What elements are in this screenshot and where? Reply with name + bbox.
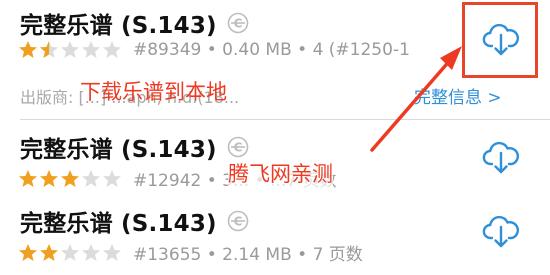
- star-filled-icon: [19, 243, 37, 261]
- public-domain-icon: C: [227, 12, 249, 34]
- annotation-download-label: 下载乐谱到本地: [80, 80, 227, 104]
- star-filled-icon: [40, 243, 58, 261]
- item-2-title[interactable]: 完整乐谱 (S.143): [20, 130, 217, 164]
- item-1-title-row[interactable]: 完整乐谱 (S.143) C: [20, 6, 249, 40]
- item-3-title-row[interactable]: 完整乐谱 (S.143) C: [20, 204, 249, 238]
- star-filled-icon: [19, 41, 37, 58]
- star-empty-icon: [103, 41, 121, 58]
- download-cloud-icon[interactable]: [482, 138, 520, 176]
- star-filled-icon: [61, 169, 79, 187]
- item-3-rating: [18, 243, 123, 263]
- star-empty-icon: [82, 243, 100, 261]
- item-2-rating: [18, 169, 123, 189]
- star-empty-icon: [82, 41, 100, 58]
- item-2-title-row[interactable]: 完整乐谱 (S.143) C: [20, 130, 249, 164]
- star-empty-icon: [103, 243, 121, 261]
- star-empty-icon: [82, 169, 100, 187]
- item-1-details-link[interactable]: 完整信息 >: [414, 83, 502, 108]
- item-3-meta-row: #13655 • 2.14 MB • 7 页数: [18, 240, 363, 265]
- star-empty-icon: [103, 169, 121, 187]
- item-1-meta-row: #89349 • 0.40 MB • 4 (#1250-1: [18, 40, 410, 60]
- public-domain-icon: C: [227, 210, 249, 232]
- item-1-title[interactable]: 完整乐谱 (S.143): [20, 6, 217, 40]
- item-3-meta: #13655 • 2.14 MB • 7 页数: [133, 245, 363, 265]
- annotation-tested-label: 腾飞网亲测: [228, 158, 333, 188]
- download-cloud-icon[interactable]: [482, 20, 520, 58]
- public-domain-icon: C: [227, 136, 249, 158]
- star-empty-icon: [61, 41, 79, 58]
- item-3-title[interactable]: 完整乐谱 (S.143): [20, 204, 217, 238]
- item-1-rating: [18, 40, 123, 60]
- item-1-meta: #89349 • 0.40 MB • 4 (#1250-1: [133, 40, 410, 60]
- list-divider: [20, 119, 550, 120]
- star-filled-icon: [19, 169, 37, 187]
- star-empty-icon: [61, 243, 79, 261]
- star-half-icon: [40, 41, 58, 58]
- star-filled-icon: [40, 169, 58, 187]
- download-cloud-icon[interactable]: [482, 212, 520, 250]
